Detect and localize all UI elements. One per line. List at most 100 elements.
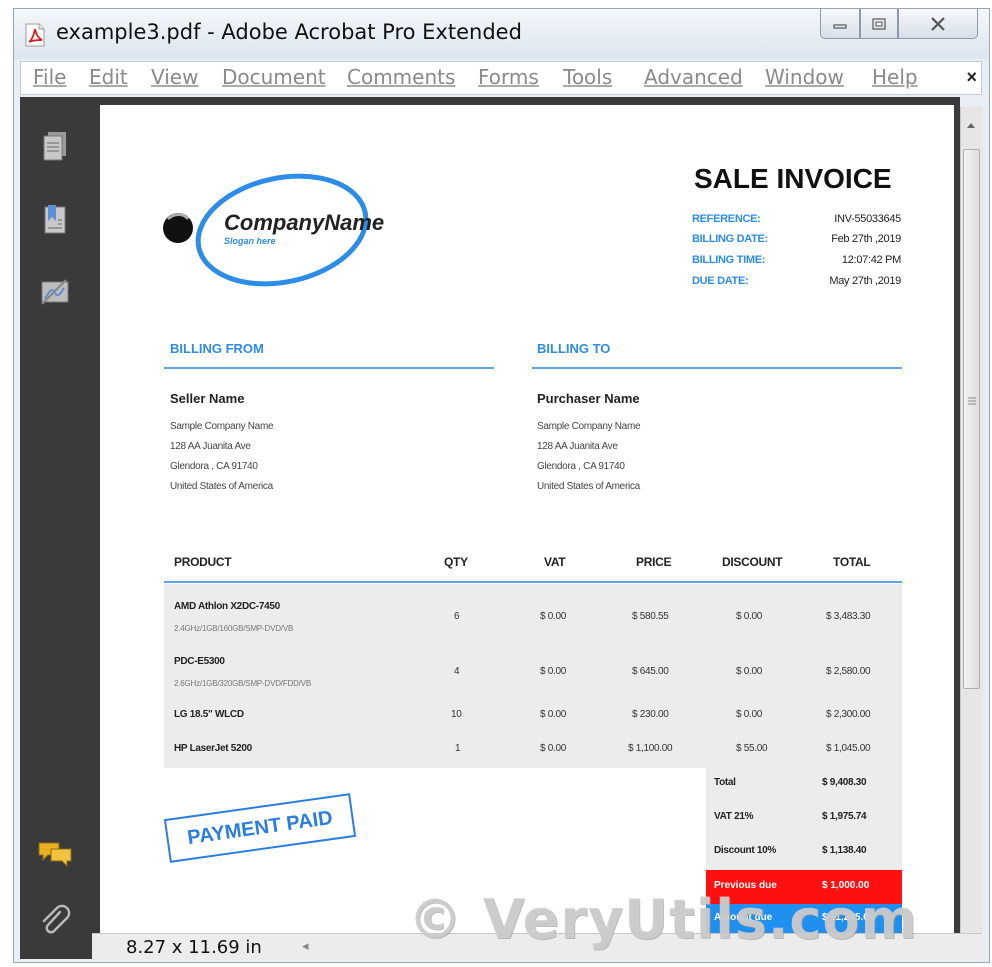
maximize-button[interactable] [860,9,898,39]
purchaser-address-line: Sample Company Name [537,421,641,432]
row-1-qty: 6 [454,611,460,622]
minimize-icon [833,23,847,29]
purchaser-address-line: United States of America [537,481,640,492]
row-3-qty: 10 [451,709,462,720]
row-1-product: AMD Athlon X2DC-7450 [174,601,280,612]
page-size-readout: 8.27 x 11.69 in [126,937,262,958]
row-4-total: $ 1,045.00 [826,743,871,754]
summary-vat-value: $ 1,975.74 [822,811,867,822]
row-2-spec: 2.6GHz/1GB/320GB/SMP-DVD/FDD/VB [174,679,311,688]
meta-label-reference: REFERENCE: [692,213,761,225]
billing-from-rule [164,367,494,369]
row-1-price: $ 580.55 [632,611,669,622]
menu-comments[interactable]: Comments [347,65,455,89]
company-logo [163,173,369,287]
meta-label-due-date: DUE DATE: [692,275,749,287]
document-area: CompanyName Slogan here SALE INVOICE REF… [92,97,960,933]
seller-name: Seller Name [170,391,245,406]
row-2-qty: 4 [454,666,460,677]
logo-company-name: CompanyName [224,210,385,235]
menu-forms[interactable]: Forms [478,65,539,89]
watermark-text: © VeryUtils.com [408,888,918,951]
row-2-product: PDC-E5300 [174,656,225,667]
summary-discount-label: Discount 10% [714,845,776,856]
row-4-qty: 1 [455,743,461,754]
menu-help[interactable]: Help [872,65,918,89]
summary-total-value: $ 9,408.30 [822,777,867,788]
attachments-icon[interactable] [36,903,74,941]
row-1-vat: $ 0.00 [540,611,567,622]
close-button[interactable] [898,9,978,39]
table-header-rule [164,581,902,583]
billing-from-heading: BILLING FROM [170,341,264,356]
meta-value-billing-time: 12:07:42 PM [841,254,901,266]
meta-label-billing-time: BILLING TIME: [692,254,766,266]
seller-address-line: Sample Company Name [170,421,274,432]
scroll-up-icon[interactable] [966,121,976,129]
menu-advanced[interactable]: Advanced [644,65,743,89]
window-title: example3.pdf - Adobe Acrobat Pro Extende… [56,20,522,44]
col-header-discount: DISCOUNT [722,555,783,569]
col-header-vat: VAT [544,555,566,569]
comments-icon[interactable] [36,835,74,873]
row-3-price: $ 230.00 [632,709,669,720]
minimize-button[interactable] [820,9,860,39]
logo-slogan: Slogan here [224,236,276,246]
row-1-discount: $ 0.00 [736,611,763,622]
row-4-price: $ 1,100.00 [628,743,673,754]
menu-view[interactable]: View [151,65,198,89]
meta-value-reference: INV-55033645 [834,213,901,225]
summary-total-label: Total [714,777,736,788]
signatures-icon[interactable] [36,273,74,311]
bookmarks-icon[interactable] [36,200,74,238]
acrobat-window: example3.pdf - Adobe Acrobat Pro Extende… [13,8,990,963]
vertical-scroll-thumb[interactable] [963,149,980,689]
row-1-spec: 2.4GHz/1GB/160GB/SMP-DVD/VB [174,624,294,633]
navigation-panel [20,97,92,959]
row-2-discount: $ 0.00 [736,666,763,677]
row-2-price: $ 645.00 [632,666,669,677]
pdf-page[interactable]: CompanyName Slogan here SALE INVOICE REF… [100,105,954,933]
col-header-product: PRODUCT [174,555,232,569]
vertical-scrollbar[interactable] [960,107,983,933]
row-1-total: $ 3,483.30 [826,611,871,622]
menu-file[interactable]: File [33,65,66,89]
seller-address-line: United States of America [170,481,273,492]
row-3-total: $ 2,300.00 [826,709,871,720]
row-2-vat: $ 0.00 [540,666,567,677]
row-4-discount: $ 55.00 [736,743,768,754]
billing-to-rule [532,367,902,369]
close-document-button[interactable]: × [966,67,977,88]
col-header-total: TOTAL [833,555,871,569]
scroll-left-icon[interactable]: ◂ [302,938,309,954]
col-header-qty: QTY [444,555,468,569]
purchaser-address-line: 128 AA Juanita Ave [537,441,618,452]
menu-window[interactable]: Window [765,65,844,89]
grip-icon [968,397,976,405]
summary-discount-value: $ 1,138.40 [822,845,867,856]
pages-icon[interactable] [36,127,74,165]
seller-address-line: Glendora , CA 91740 [170,461,258,472]
payment-paid-stamp-text: PAYMENT PAID [186,806,334,850]
title-bar[interactable]: example3.pdf - Adobe Acrobat Pro Extende… [14,9,989,59]
row-3-discount: $ 0.00 [736,709,763,720]
meta-label-billing-date: BILLING DATE: [692,233,768,245]
menu-edit[interactable]: Edit [89,65,128,89]
maximize-icon [872,17,886,30]
row-3-vat: $ 0.00 [540,709,567,720]
row-4-vat: $ 0.00 [540,743,567,754]
billing-to-heading: BILLING TO [537,341,611,356]
purchaser-name: Purchaser Name [537,391,640,406]
acrobat-pdf-icon [25,23,45,47]
close-icon [931,16,945,31]
row-2-total: $ 2,580.00 [826,666,871,677]
menu-document[interactable]: Document [222,65,326,89]
payment-paid-stamp: PAYMENT PAID [163,793,357,863]
row-3-product: LG 18.5" WLCD [174,709,244,720]
meta-value-billing-date: Feb 27th ,2019 [831,233,901,245]
col-header-price: PRICE [636,555,672,569]
seller-address-line: 128 AA Juanita Ave [170,441,251,452]
row-4-product: HP LaserJet 5200 [174,743,252,754]
menu-tools[interactable]: Tools [563,65,612,89]
purchaser-address-line: Glendora , CA 91740 [537,461,625,472]
